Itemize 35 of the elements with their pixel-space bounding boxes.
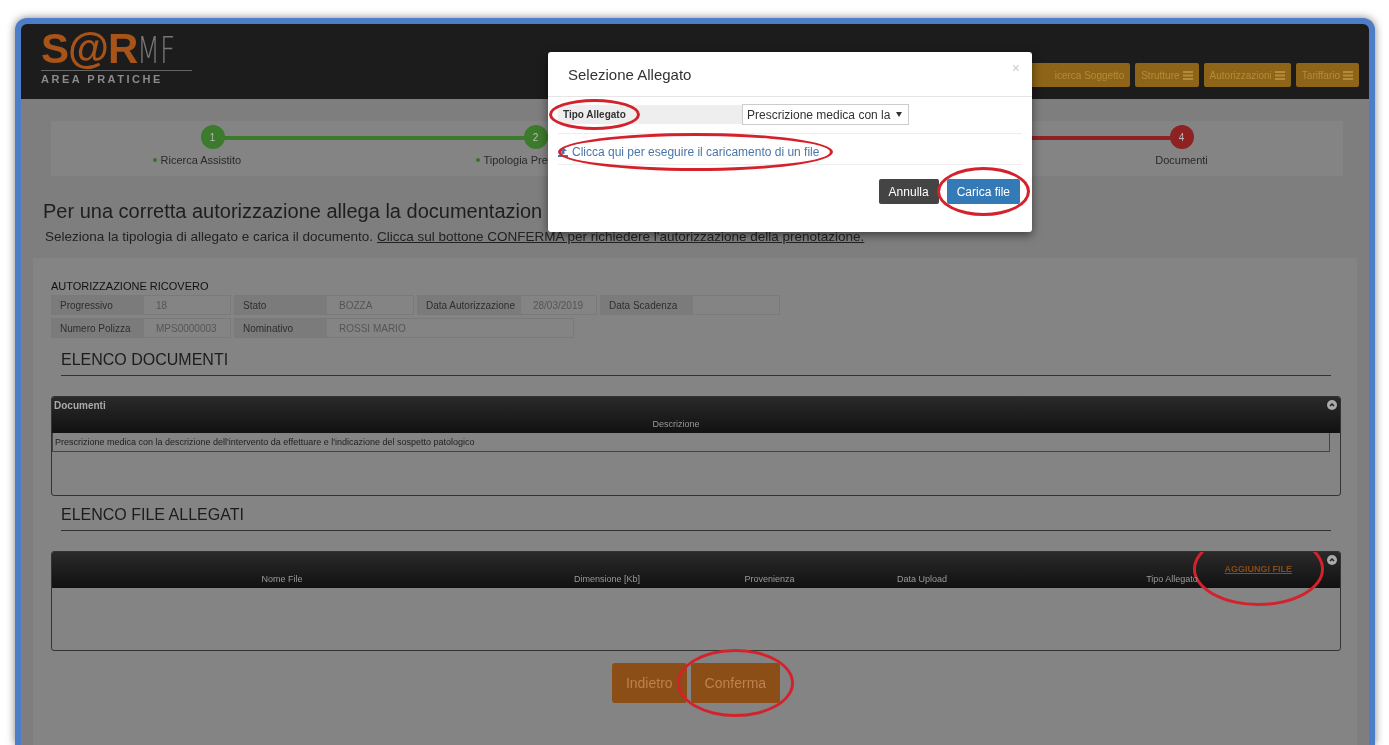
attachment-type-select[interactable]: Prescrizione medica con la <box>742 104 910 125</box>
table-cell-text: Prescrizione medica con la descrizione dell'intervento da effettuare e l'indicazione del sospetto patologico <box>54 437 475 447</box>
modal-title: Selezione Allegato <box>568 65 692 83</box>
field-label: Numero Polizza <box>52 319 144 337</box>
column-header[interactable]: Descrizione <box>52 419 1300 429</box>
logo-brand: S@R <box>41 28 138 70</box>
column-header[interactable]: Dimensione [Kb] <box>512 574 702 584</box>
step-label: Documenti <box>1155 154 1208 166</box>
field-label: Nominativo <box>235 319 327 337</box>
cancel-button[interactable]: Annulla <box>878 179 939 204</box>
step-label: Tipologia Pre <box>475 154 548 166</box>
section-title: ELENCO DOCUMENTI <box>61 351 1331 376</box>
field-label: Tipo Allegato <box>563 109 626 120</box>
section-title: ELENCO FILE ALLEGATI <box>61 506 1331 531</box>
confirm-instructions-link[interactable]: Clicca sul bottone CONFERMA per richiedere l'autorizzazione della prenotazione. <box>376 229 865 244</box>
step-label: Ricerca Assistito <box>152 154 242 166</box>
logo-suffix: MF <box>137 31 176 69</box>
column-header[interactable]: Data Upload <box>837 574 1007 584</box>
logo-subtitle: AREA PRATICHE <box>41 70 192 85</box>
field-label: Progressivo <box>52 296 144 314</box>
column-header[interactable]: Provenienza <box>702 574 837 584</box>
page-heading: Per una corretta autorizzazione allega la documentazion <box>43 200 544 223</box>
field-label: Data Scadenza <box>601 296 693 314</box>
upload-button[interactable]: Carica file <box>946 179 1020 204</box>
upload-link[interactable]: Clicca qui per eseguire il caricamento di un file <box>572 145 820 159</box>
field-label: Stato <box>235 296 327 314</box>
step-number: 1 <box>200 125 225 149</box>
instructions-text: Seleziona la tipologia di allegato e carica il documento. Clicca sul bottone CONFERMA per richiedere l'autorizzazione della prenotazione. <box>45 229 866 244</box>
panel-title: AUTORIZZAZIONE RICOVERO <box>51 280 210 292</box>
grid-caption: Documenti <box>54 400 106 411</box>
add-file-link[interactable]: AGGIUNGI FILE <box>1224 564 1292 574</box>
column-header[interactable]: Nome File <box>52 574 512 584</box>
field-label: Data Autorizzazione <box>418 296 521 314</box>
step-number: 4 <box>1169 125 1194 149</box>
step-number: 2 <box>523 125 548 149</box>
